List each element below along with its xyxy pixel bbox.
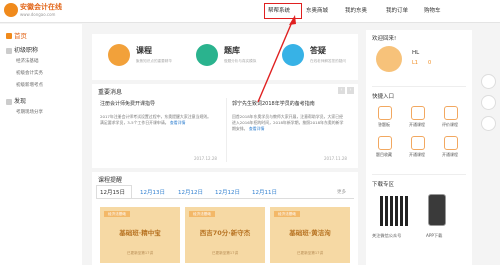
- annotation-arrow-icon: [257, 15, 296, 103]
